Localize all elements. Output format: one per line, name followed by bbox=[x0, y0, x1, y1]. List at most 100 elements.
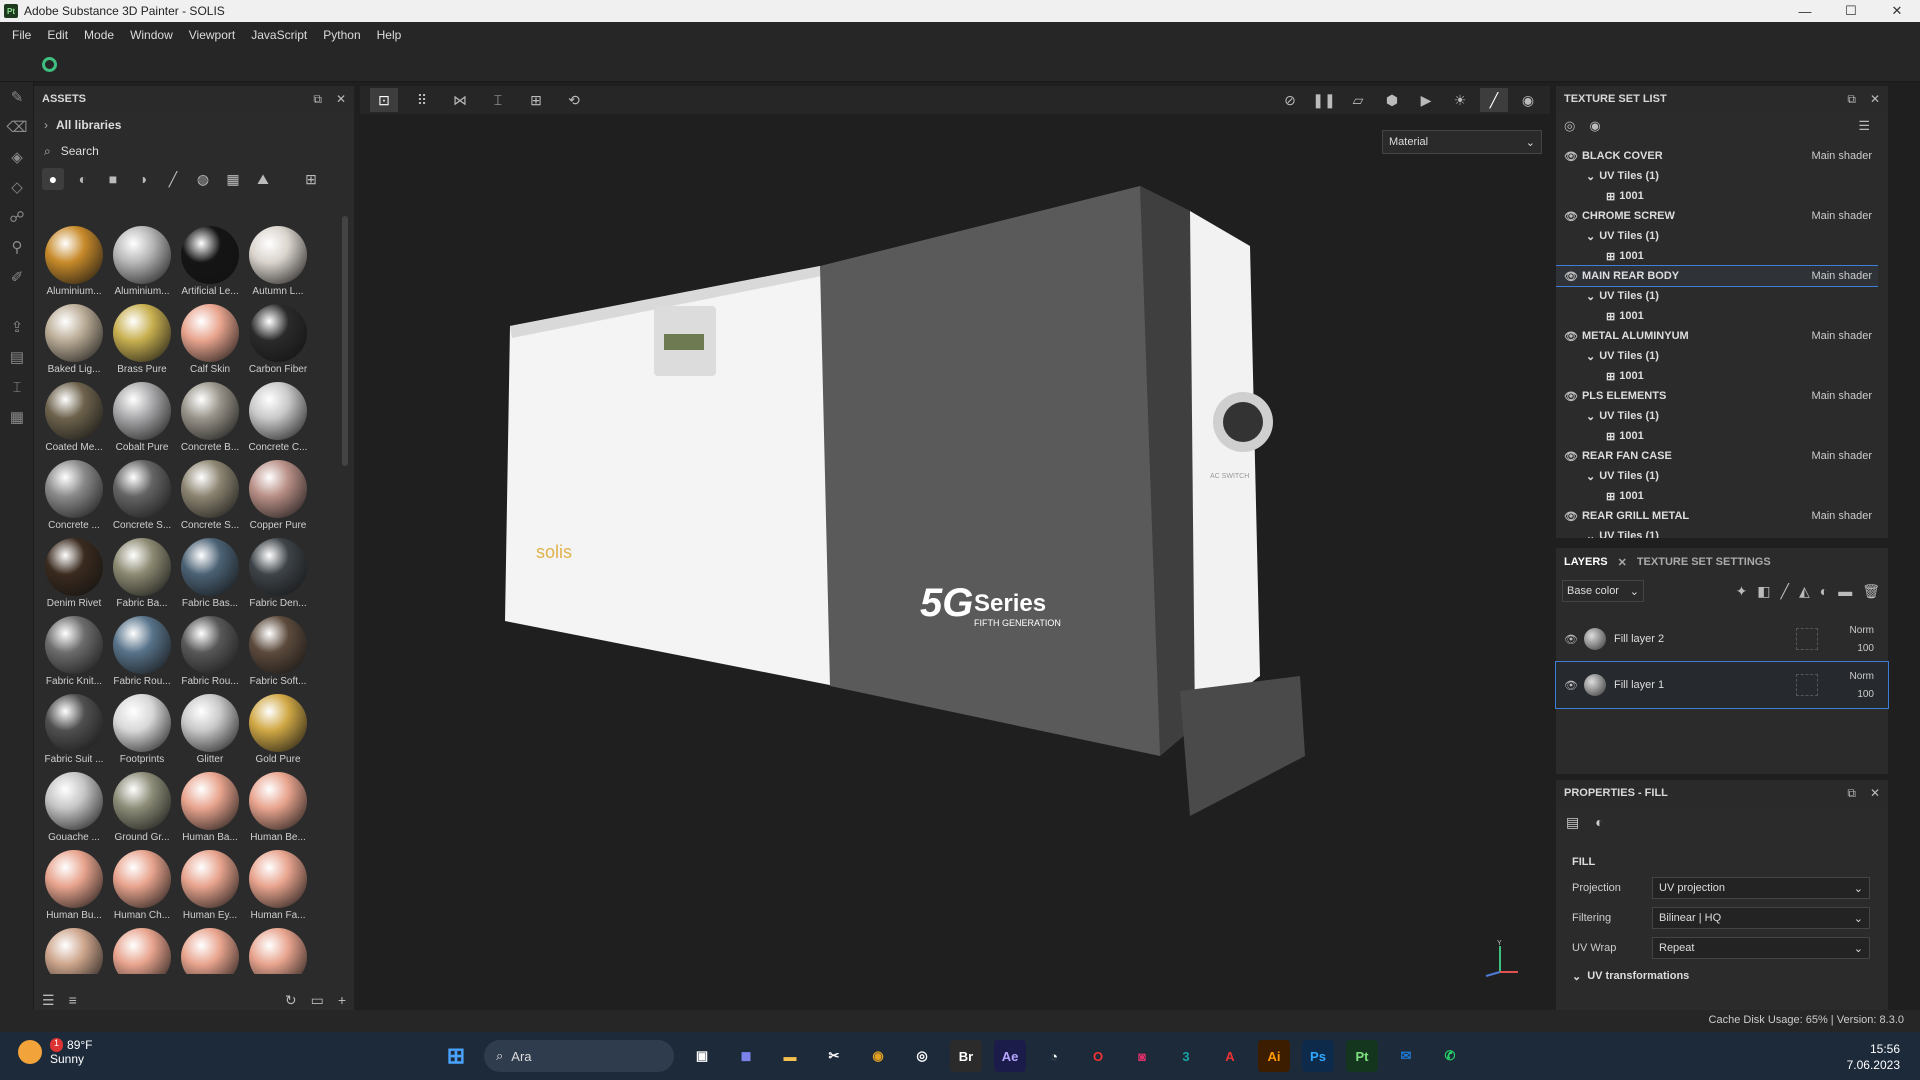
material-item[interactable]: Aluminium... bbox=[40, 222, 108, 300]
whatsapp-icon[interactable]: ✆ bbox=[1434, 1040, 1466, 1072]
instagram-icon[interactable]: ◙ bbox=[1126, 1040, 1158, 1072]
filtering-dropdown[interactable]: Bilinear | HQ ⌄ bbox=[1652, 907, 1870, 929]
material-settings-icon[interactable]: ◐ bbox=[1595, 814, 1603, 830]
grid-snap-icon[interactable]: ⠿ bbox=[408, 88, 436, 112]
task-view-icon[interactable]: ▣ bbox=[686, 1040, 718, 1072]
3ds-max-icon[interactable]: 3 bbox=[1170, 1040, 1202, 1072]
fill-settings-icon[interactable]: ▤ bbox=[1566, 814, 1579, 831]
uv-tile-item[interactable]: ⊞ 1001 bbox=[1556, 426, 1878, 446]
texture-set-item[interactable]: 👁 REAR GRILL METAL Main shader bbox=[1556, 506, 1878, 526]
uv-tiles-item[interactable]: ⌄ UV Tiles (1) bbox=[1556, 406, 1878, 426]
filter-grunge-icon[interactable]: ▦ bbox=[222, 168, 244, 190]
eraser-icon[interactable]: ⌫ bbox=[0, 112, 34, 142]
teams-icon[interactable]: ◼ bbox=[730, 1040, 762, 1072]
material-item[interactable]: Calf Skin bbox=[176, 300, 244, 378]
eye-icon[interactable]: 👁 bbox=[1564, 270, 1578, 283]
eye-icon[interactable]: 👁 bbox=[1564, 450, 1578, 463]
channel-dropdown[interactable]: Base color ⌄ bbox=[1562, 580, 1644, 602]
close-tab-icon[interactable]: ✕ bbox=[1618, 556, 1627, 569]
bridge-icon[interactable]: Br bbox=[950, 1040, 982, 1072]
material-item[interactable]: Human Ba... bbox=[176, 768, 244, 846]
menu-window[interactable]: Window bbox=[122, 28, 181, 42]
float-panel-icon[interactable]: ⧉ bbox=[313, 92, 322, 107]
material-item[interactable]: Footprints bbox=[108, 690, 176, 768]
eye-icon[interactable]: 👁 bbox=[1564, 679, 1578, 692]
bake-icon[interactable]: ▤ bbox=[0, 342, 34, 372]
menu-viewport[interactable]: Viewport bbox=[181, 28, 243, 42]
material-item[interactable]: Denim Rivet bbox=[40, 534, 108, 612]
material-item[interactable]: Fabric Ba... bbox=[108, 534, 176, 612]
polygon-fill-icon[interactable]: ◇ bbox=[0, 172, 34, 202]
material-item[interactable]: Concrete B... bbox=[176, 378, 244, 456]
minimize-button[interactable]: — bbox=[1782, 0, 1828, 22]
align-icon[interactable]: ⌶ bbox=[484, 88, 512, 112]
tree-view-icon[interactable]: ≡ bbox=[69, 992, 77, 1008]
texture-set-item[interactable]: 👁 CHROME SCREW Main shader bbox=[1556, 206, 1878, 226]
search-field[interactable]: ⌕ Search bbox=[34, 138, 354, 164]
material-item[interactable] bbox=[108, 924, 176, 974]
screenshot-icon[interactable]: ◉ bbox=[1514, 88, 1542, 112]
after-effects-icon[interactable]: Ae bbox=[994, 1040, 1026, 1072]
photoshop-icon[interactable]: Ps bbox=[1302, 1040, 1334, 1072]
tab-layers[interactable]: LAYERS bbox=[1564, 556, 1608, 568]
maximize-button[interactable]: ☐ bbox=[1828, 0, 1874, 22]
chrome-icon[interactable]: ◉ bbox=[862, 1040, 894, 1072]
projection-icon[interactable]: ◈ bbox=[0, 142, 34, 172]
material-item[interactable]: Brass Pure bbox=[108, 300, 176, 378]
inverter-model[interactable]: 5G Series FIFTH GENERATION solis AC SWIT… bbox=[360, 116, 1550, 1002]
browser-icon[interactable]: ◎ bbox=[906, 1040, 938, 1072]
material-item[interactable]: Autumn L... bbox=[244, 222, 312, 300]
display-settings-icon[interactable]: ▦ bbox=[0, 402, 34, 432]
eye-icon[interactable]: 👁 bbox=[1564, 633, 1578, 646]
material-item[interactable]: Fabric Rou... bbox=[176, 612, 244, 690]
add-mask-icon[interactable]: ◧ bbox=[1757, 583, 1770, 600]
symmetry-icon[interactable]: ⋈ bbox=[446, 88, 474, 112]
material-item[interactable]: Glitter bbox=[176, 690, 244, 768]
menu-edit[interactable]: Edit bbox=[39, 28, 76, 42]
frame-icon[interactable]: ⊡ bbox=[370, 88, 398, 112]
grid-view-icon[interactable]: ⊞ bbox=[300, 168, 322, 190]
material-item[interactable]: Human Bu... bbox=[40, 846, 108, 924]
menu-python[interactable]: Python bbox=[315, 28, 368, 42]
texture-set-item[interactable]: 👁 METAL ALUMINYUM Main shader bbox=[1556, 326, 1878, 346]
float-panel-icon[interactable]: ⧉ bbox=[1847, 786, 1856, 801]
refresh-icon[interactable]: ↻ bbox=[285, 992, 297, 1009]
show-all-icon[interactable]: ◉ bbox=[1589, 118, 1600, 134]
uv-tiles-item[interactable]: ⌄ UV Tiles (1) bbox=[1556, 166, 1878, 186]
uv-tile-item[interactable]: ⊞ 1001 bbox=[1556, 306, 1878, 326]
material-item[interactable]: Gouache ... bbox=[40, 768, 108, 846]
light-icon[interactable]: ☀ bbox=[1446, 88, 1474, 112]
layer-opacity[interactable]: 100 bbox=[1850, 686, 1874, 704]
windows-start-icon[interactable]: ⊞ bbox=[440, 1040, 472, 1072]
add-smart-mask-icon[interactable]: ◐ bbox=[1820, 583, 1828, 600]
layer-opacity[interactable]: 100 bbox=[1850, 640, 1874, 658]
eye-icon[interactable]: 👁 bbox=[1564, 330, 1578, 343]
file-explorer-icon[interactable]: ▬ bbox=[774, 1040, 806, 1072]
material-item[interactable]: Fabric Rou... bbox=[108, 612, 176, 690]
uv-tiles-item[interactable]: ⌄ UV Tiles (1) bbox=[1556, 466, 1878, 486]
outlook-icon[interactable]: ✉ bbox=[1390, 1040, 1422, 1072]
paint-brush-icon[interactable]: ✎ bbox=[0, 82, 34, 112]
color-picker-icon[interactable]: ✐ bbox=[0, 262, 34, 292]
material-item[interactable] bbox=[176, 924, 244, 974]
texture-set-item-selected[interactable]: 👁 MAIN REAR BODY Main shader bbox=[1556, 265, 1878, 287]
layer-row-selected[interactable]: 👁 Fill layer 1 Norm 100 bbox=[1555, 661, 1889, 709]
uv-tiles-item[interactable]: ⌄ UV Tiles (1) bbox=[1556, 226, 1878, 246]
3d-viewport[interactable]: ⊡ ⠿ ⋈ ⌶ ⊞ ⟲ ⊘ ❚❚ ▱ ⬢ ▶ ☀ ╱ ◉ Material ⌄ … bbox=[360, 86, 1550, 1002]
uv-tiles-item[interactable]: ⌄ UV Tiles (1) bbox=[1556, 526, 1878, 538]
view-2d-icon[interactable]: ▱ bbox=[1344, 88, 1372, 112]
menu-javascript[interactable]: JavaScript bbox=[243, 28, 315, 42]
menu-icon[interactable]: ☰ bbox=[1858, 118, 1870, 134]
filter-smart-material-icon[interactable]: ◐ bbox=[72, 168, 94, 190]
close-button[interactable]: ✕ bbox=[1874, 0, 1920, 22]
assets-scrollbar[interactable] bbox=[342, 216, 348, 466]
filter-environment-icon[interactable]: ⛰ bbox=[252, 168, 274, 190]
snipping-tool-icon[interactable]: ✂ bbox=[818, 1040, 850, 1072]
material-item[interactable]: Coated Me... bbox=[40, 378, 108, 456]
layer-blend[interactable]: Norm 100 bbox=[1850, 668, 1874, 704]
material-item[interactable]: Cobalt Pure bbox=[108, 378, 176, 456]
view-3d-icon[interactable]: ⬢ bbox=[1378, 88, 1406, 112]
taskbar-search[interactable]: ⌕ Ara bbox=[484, 1040, 674, 1072]
material-item[interactable]: Concrete ... bbox=[40, 456, 108, 534]
blend-mode[interactable]: Norm bbox=[1850, 622, 1874, 640]
